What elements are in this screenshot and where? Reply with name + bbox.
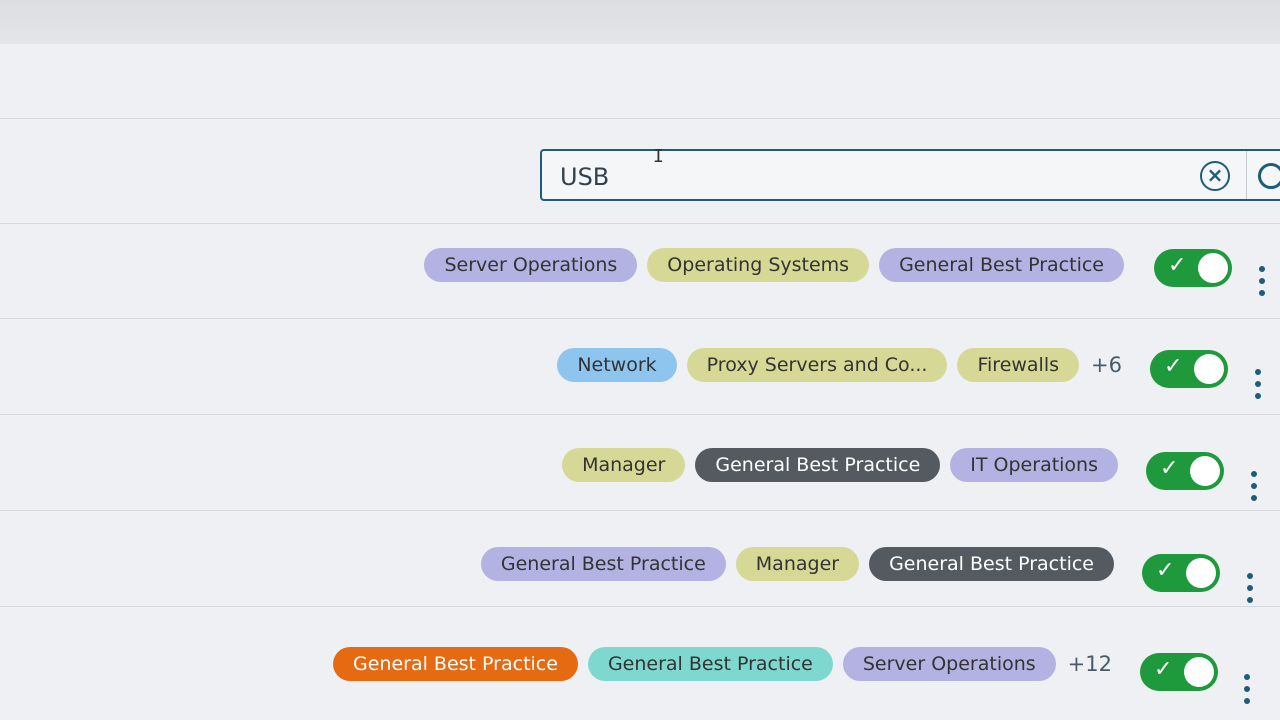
list-item: General Best Practice General Best Pract… bbox=[0, 606, 1280, 704]
check-icon: ✓ bbox=[1168, 253, 1187, 278]
check-icon: ✓ bbox=[1156, 558, 1175, 583]
tag[interactable]: IT Operations bbox=[950, 448, 1118, 482]
enable-toggle[interactable]: ✓ bbox=[1146, 452, 1224, 490]
tag-group: Network Proxy Servers and Co... Firewall… bbox=[557, 345, 1122, 385]
kebab-menu-icon[interactable] bbox=[1242, 674, 1252, 704]
kebab-menu-icon[interactable] bbox=[1249, 471, 1259, 501]
list-item: Network Proxy Servers and Co... Firewall… bbox=[0, 318, 1280, 415]
tag[interactable]: Manager bbox=[735, 547, 860, 581]
text-cursor-icon: I bbox=[653, 146, 664, 167]
tag[interactable]: Operating Systems bbox=[647, 248, 870, 282]
search-input[interactable] bbox=[558, 159, 1162, 195]
kebab-menu-icon[interactable] bbox=[1245, 573, 1255, 603]
check-icon: ✓ bbox=[1164, 354, 1183, 379]
tag[interactable]: General Best Practice bbox=[333, 647, 578, 681]
kebab-menu-icon[interactable] bbox=[1253, 369, 1263, 399]
tag[interactable]: General Best Practice bbox=[869, 547, 1114, 581]
tag[interactable]: Server Operations bbox=[424, 248, 638, 282]
tag-group: General Best Practice Manager General Be… bbox=[480, 544, 1114, 584]
check-icon: ✓ bbox=[1154, 657, 1173, 682]
toggle-knob bbox=[1190, 456, 1220, 486]
enable-toggle[interactable]: ✓ bbox=[1154, 249, 1232, 287]
tag-group: Server Operations Operating Systems Gene… bbox=[424, 245, 1124, 285]
toggle-knob bbox=[1186, 558, 1216, 588]
window-top-bar bbox=[0, 0, 1280, 45]
list-item: General Best Practice Manager General Be… bbox=[0, 510, 1280, 607]
more-tags-count[interactable]: +6 bbox=[1089, 353, 1122, 377]
tag[interactable]: General Best Practice bbox=[480, 547, 726, 581]
tag[interactable]: Network bbox=[557, 348, 677, 382]
tag-group: General Best Practice General Best Pract… bbox=[333, 644, 1112, 684]
tag[interactable]: Firewalls bbox=[957, 348, 1080, 382]
tag[interactable]: General Best Practice bbox=[695, 448, 941, 482]
toggle-knob bbox=[1184, 657, 1214, 687]
list-item: Manager General Best Practice IT Operati… bbox=[0, 414, 1280, 511]
tag[interactable]: General Best Practice bbox=[587, 647, 833, 681]
tag[interactable]: Server Operations bbox=[842, 647, 1056, 681]
tag[interactable]: Manager bbox=[562, 448, 686, 482]
tag[interactable]: General Best Practice bbox=[879, 248, 1124, 282]
toggle-knob bbox=[1198, 253, 1228, 283]
search-divider bbox=[1246, 151, 1247, 199]
check-icon: ✓ bbox=[1160, 456, 1179, 481]
search-box[interactable]: × bbox=[540, 149, 1280, 201]
kebab-menu-icon[interactable] bbox=[1257, 266, 1267, 296]
enable-toggle[interactable]: ✓ bbox=[1142, 554, 1220, 592]
tag[interactable]: Proxy Servers and Co... bbox=[686, 348, 948, 382]
tag-group: Manager General Best Practice IT Operati… bbox=[562, 445, 1118, 485]
more-tags-count[interactable]: +12 bbox=[1066, 652, 1112, 676]
enable-toggle[interactable]: ✓ bbox=[1150, 350, 1228, 388]
close-circle-icon[interactable]: × bbox=[1200, 161, 1230, 191]
toggle-knob bbox=[1194, 354, 1224, 384]
list-item: Server Operations Operating Systems Gene… bbox=[0, 222, 1280, 319]
search-icon[interactable] bbox=[1258, 163, 1280, 189]
enable-toggle[interactable]: ✓ bbox=[1140, 653, 1218, 691]
